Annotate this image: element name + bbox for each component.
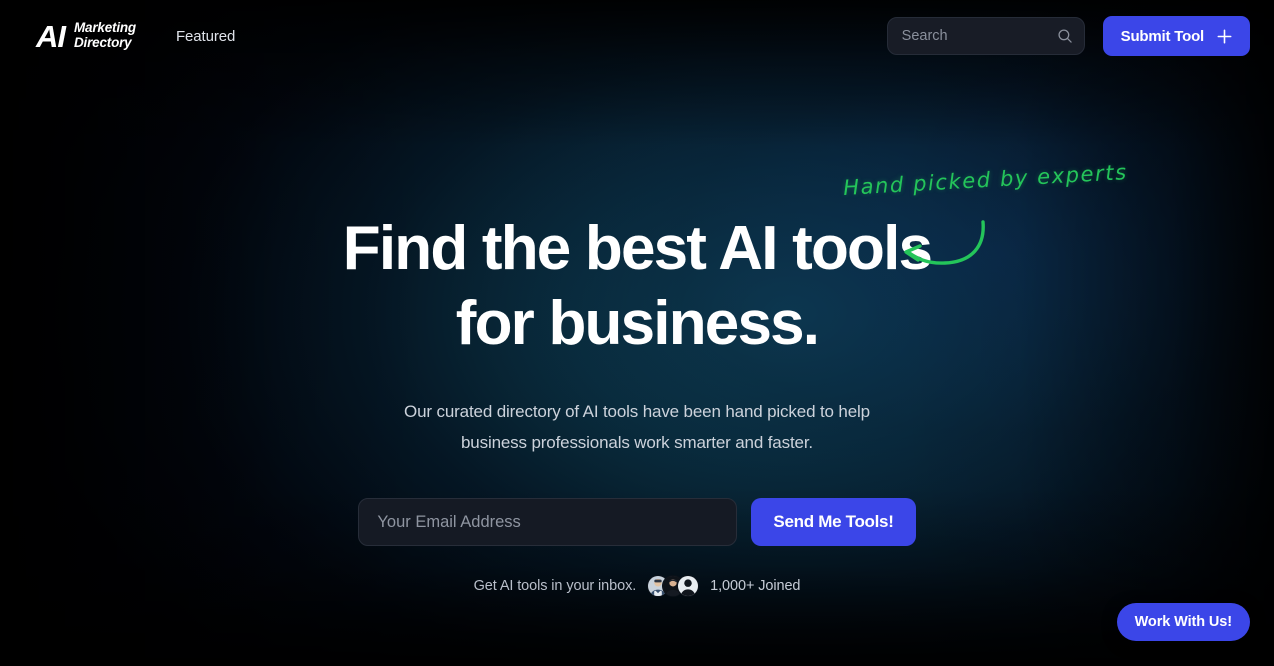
social-proof-text: Get AI tools in your inbox. [473, 578, 637, 595]
plus-icon [1217, 29, 1232, 43]
logo-mark: AI [36, 18, 66, 54]
hero-title: Find the best AI tools for business. [0, 218, 1274, 355]
search-input[interactable] [887, 18, 1084, 54]
submit-tool-label: Submit Tool [1120, 27, 1205, 45]
site-header: AI Marketing Directory Featured Submit T… [0, 0, 1274, 72]
work-with-us-button[interactable]: Work With Us! [1116, 603, 1250, 641]
submit-tool-button[interactable]: Submit Tool [1102, 16, 1250, 56]
email-input[interactable] [358, 498, 738, 547]
logo-word-line2: Directory [74, 35, 132, 50]
hero-section: Find the best AI tools for business. Our… [0, 0, 1274, 666]
nav-item-featured[interactable]: Featured [176, 28, 235, 45]
avatar-3-image [678, 576, 699, 597]
avatar-3 [677, 575, 700, 598]
site-logo[interactable]: AI Marketing Directory [36, 21, 136, 52]
primary-nav: Featured [176, 28, 235, 45]
hero-subtitle: Our curated directory of AI tools have b… [377, 396, 897, 458]
header-actions: Submit Tool [886, 16, 1250, 56]
search-box[interactable] [886, 17, 1085, 55]
newsletter-form: Send Me Tools! [358, 498, 916, 547]
logo-wordmark: Marketing Directory [74, 21, 136, 50]
avatar-group [647, 575, 700, 598]
social-proof: Get AI tools in your inbox. 1,000+ Joine… [473, 575, 801, 598]
hero-title-line2: for business. [455, 289, 820, 358]
hero-title-line1: Find the best AI tools [342, 214, 933, 283]
social-proof-count: 1,000+ Joined [710, 578, 801, 595]
search-icon[interactable] [1057, 28, 1073, 44]
logo-word-line1: Marketing [74, 20, 136, 36]
send-me-tools-button[interactable]: Send Me Tools! [751, 498, 916, 547]
page-root: AI Marketing Directory Featured Submit T… [0, 0, 1274, 666]
hero-subtitle-line1: Our curated directory of AI tools have b… [404, 402, 834, 421]
